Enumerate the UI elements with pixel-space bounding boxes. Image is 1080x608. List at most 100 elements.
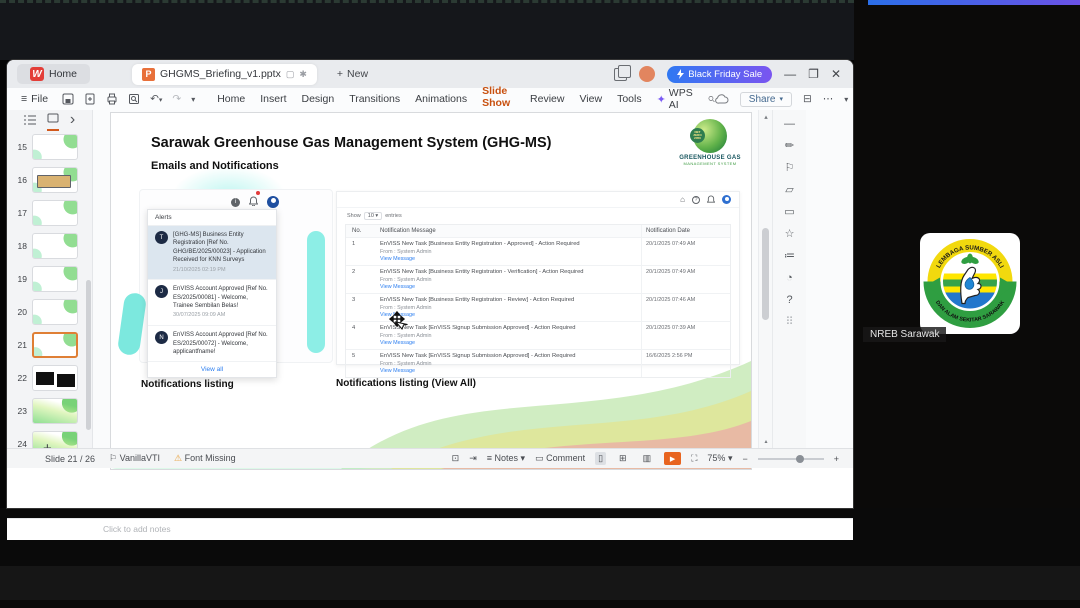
more-options-icon[interactable]: ⋯ — [823, 93, 834, 105]
tab-tools[interactable]: Tools — [617, 93, 642, 105]
slide-21[interactable]: Sarawak Greenhouse Gas Management System… — [110, 112, 752, 470]
window-layout-icon[interactable] — [614, 64, 632, 81]
comment-button[interactable]: ▭ Comment — [535, 453, 585, 464]
row-from: From : System Admin — [380, 332, 432, 339]
toolbar-expand-icon[interactable]: ▾ — [191, 95, 195, 104]
slide-thumb-16[interactable]: 16 — [7, 163, 92, 196]
close-button[interactable]: ✕ — [831, 68, 841, 80]
notes-area[interactable]: Click to add notes — [7, 518, 853, 540]
print-preview-icon[interactable] — [128, 93, 140, 105]
alerts-header: Alerts — [148, 210, 276, 226]
mouse-move-cursor — [389, 311, 408, 330]
collapse-rail-icon[interactable]: — — [784, 119, 795, 130]
undo-icon[interactable]: ↶▾ — [150, 93, 162, 105]
document-tab[interactable]: P GHGMS_Briefing_v1.pptx ▢ ✱ — [132, 63, 317, 85]
file-menu[interactable]: ≡ File — [21, 93, 48, 105]
fit-slide-icon[interactable]: ⛶ — [691, 453, 697, 464]
slide-thumbnail[interactable] — [32, 232, 78, 259]
help-icon[interactable]: ? — [786, 295, 792, 306]
minimize-button[interactable]: — — [784, 68, 796, 80]
favorites-icon[interactable]: ☆ — [785, 229, 795, 240]
edit-tools-icon[interactable]: ✏ — [785, 141, 794, 152]
slide-thumb-23[interactable]: 23 — [7, 394, 92, 427]
collapse-panel-icon[interactable]: › — [70, 111, 75, 129]
outline-view-icon[interactable] — [23, 115, 36, 125]
notes-toggle[interactable]: ≡ Notes ▾ — [487, 453, 525, 464]
tab-preview-icon[interactable]: ▢ — [286, 69, 295, 80]
panel-scrollbar[interactable] — [86, 280, 91, 430]
tab-transitions[interactable]: Transitions — [349, 93, 400, 105]
tab-view[interactable]: View — [579, 93, 602, 105]
font-missing-warning[interactable]: ⚠ Font Missing — [174, 453, 236, 464]
cloud-sync-icon[interactable] — [714, 94, 729, 104]
slide-thumbnail[interactable] — [32, 133, 78, 160]
maximize-button[interactable]: ❐ — [808, 68, 819, 80]
reading-view-button[interactable]: ▥ — [640, 452, 655, 465]
slide-thumbnail[interactable] — [32, 298, 78, 325]
slide-sorter-view-button[interactable]: ⊞ — [616, 452, 630, 465]
slide-thumb-17[interactable]: 17 — [7, 196, 92, 229]
slide-canvas-area: Sarawak Greenhouse Gas Management System… — [93, 110, 806, 470]
slide-thumbnail[interactable] — [32, 331, 78, 358]
tab-animations[interactable]: Animations — [415, 93, 467, 105]
print-icon[interactable] — [106, 93, 118, 105]
export-icon[interactable] — [84, 93, 96, 105]
participant-video-tile[interactable]: LEMBAGA SUMBER ASLI DAN ALAM SEKITAR SAR… — [920, 233, 1020, 334]
black-friday-sale-button[interactable]: Black Friday Sale — [667, 65, 773, 83]
theme-indicator[interactable]: ⚐ VanillaVTI — [109, 453, 160, 464]
tab-wps-ai[interactable]: ✦ WPS AI — [657, 87, 693, 111]
selection-pane-icon[interactable]: ⊡ — [452, 453, 460, 464]
share-button[interactable]: Share ▾ — [739, 91, 792, 107]
zoom-slider-handle[interactable] — [796, 454, 804, 463]
slide-thumb-18[interactable]: 18 — [7, 229, 92, 262]
ribbon-layout-icon[interactable]: ⊟ — [803, 93, 812, 105]
slide-view-icon[interactable] — [46, 110, 59, 131]
save-icon[interactable] — [62, 93, 74, 105]
apps-grid-icon[interactable]: ⠿ — [785, 317, 793, 328]
comment-tool-icon[interactable]: ▭ — [784, 207, 794, 218]
redo-icon[interactable]: ↷ — [172, 93, 181, 105]
slide-thumb-21-selected[interactable]: 21 — [7, 328, 92, 361]
tab-slide-show[interactable]: Slide Show — [482, 85, 516, 113]
zoom-in-button[interactable]: + — [834, 454, 839, 464]
previous-slide-button[interactable]: ▴ — [764, 438, 767, 445]
tab-review[interactable]: Review — [530, 93, 564, 105]
tab-design[interactable]: Design — [302, 93, 335, 105]
alert-time: 30/07/2025 09:09 AM — [173, 312, 226, 319]
zoom-slider[interactable] — [757, 454, 824, 463]
scrollbar-thumb[interactable] — [762, 228, 769, 320]
normal-view-button[interactable]: ▯ — [595, 452, 607, 465]
alert-text: EnVISS Account Approved [Ref No. ES/2025… — [173, 332, 268, 355]
row-from: From : System Admin — [380, 360, 432, 367]
slide-thumb-19[interactable]: 19 — [7, 262, 92, 295]
slide-thumb-20[interactable]: 20 — [7, 295, 92, 328]
slide-thumbnail[interactable] — [32, 364, 78, 391]
promo-label: Black Friday Sale — [688, 68, 763, 80]
history-icon[interactable]: ◔ — [786, 273, 793, 284]
flag-tool-icon[interactable]: ⚐ — [785, 163, 795, 174]
shapes-tool-icon[interactable]: ▱ — [785, 185, 793, 196]
zoom-level[interactable]: 75% ▾ — [707, 453, 732, 464]
tab-home[interactable]: Home — [217, 93, 245, 105]
new-tab-button[interactable]: + New — [337, 68, 368, 80]
slide-thumbnail[interactable] — [32, 199, 78, 226]
slide-thumbnail[interactable] — [32, 166, 78, 193]
slide-scrollbar[interactable]: ▴ ▴ ≡ ▾ — [758, 110, 773, 468]
slide-thumb-15[interactable]: 15 — [7, 130, 92, 163]
zoom-out-button[interactable]: − — [742, 454, 747, 464]
slide-subtitle: Emails and Notifications — [151, 160, 279, 172]
search-icon[interactable] — [708, 93, 715, 105]
slide-thumbnail[interactable] — [32, 265, 78, 292]
home-tab[interactable]: W Home — [17, 64, 91, 84]
scroll-up-icon[interactable]: ▴ — [759, 113, 773, 121]
slide-thumb-22[interactable]: 22 — [7, 361, 92, 394]
settings-sliders-icon[interactable]: ≔ — [784, 251, 795, 262]
tab-jump-icon[interactable]: ⇥ — [469, 453, 477, 464]
collapse-ribbon-icon[interactable]: ▾ — [844, 95, 848, 104]
slideshow-play-button[interactable]: ▶ — [664, 452, 682, 465]
notification-badge — [256, 191, 260, 195]
slide-thumbnail[interactable] — [32, 397, 78, 424]
account-avatar[interactable] — [639, 66, 656, 82]
tab-insert[interactable]: Insert — [260, 93, 286, 105]
help-icon: ? — [692, 195, 700, 204]
